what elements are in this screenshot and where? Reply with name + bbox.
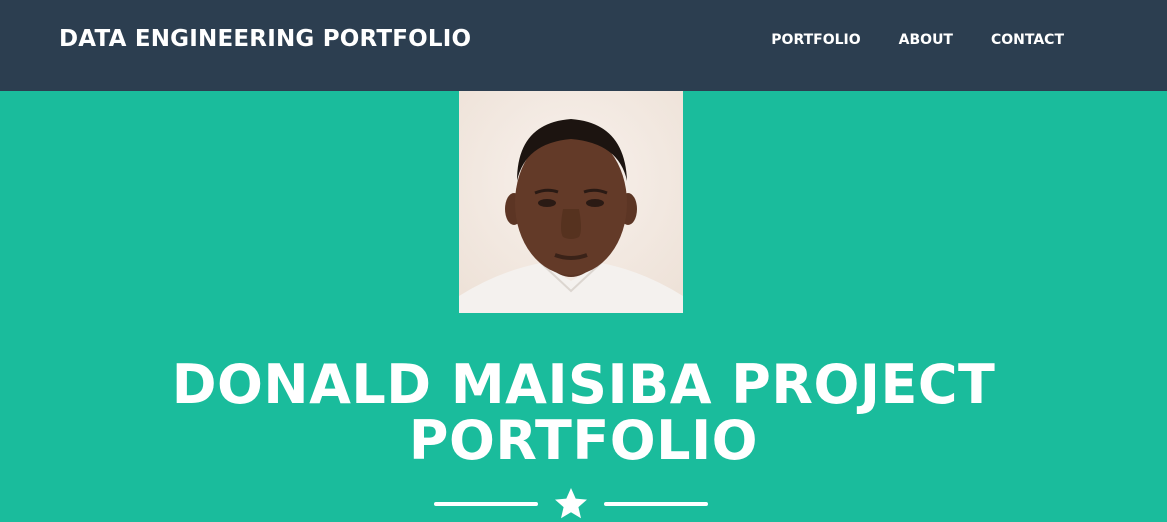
star-icon	[555, 488, 587, 519]
profile-photo	[459, 91, 683, 313]
nav-link-about[interactable]: ABOUT	[899, 32, 953, 48]
nav-link-portfolio[interactable]: PORTFOLIO	[771, 32, 860, 48]
divider-line-left	[434, 502, 538, 506]
heading-line-1: DONALD MAISIBA PROJECT	[171, 353, 996, 416]
page-heading: DONALD MAISIBA PROJECT PORTFOLIO	[0, 357, 1167, 469]
star-divider	[434, 486, 708, 522]
divider-line-right	[604, 502, 708, 506]
nav-link-contact[interactable]: CONTACT	[991, 32, 1064, 48]
brand-link[interactable]: DATA ENGINEERING PORTFOLIO	[59, 26, 471, 52]
heading-line-2: PORTFOLIO	[408, 409, 759, 472]
masthead: DONALD MAISIBA PROJECT PORTFOLIO	[0, 91, 1167, 521]
nav-links: PORTFOLIO ABOUT CONTACT	[733, 32, 1064, 48]
top-navbar: DATA ENGINEERING PORTFOLIO PORTFOLIO ABO…	[0, 0, 1167, 91]
